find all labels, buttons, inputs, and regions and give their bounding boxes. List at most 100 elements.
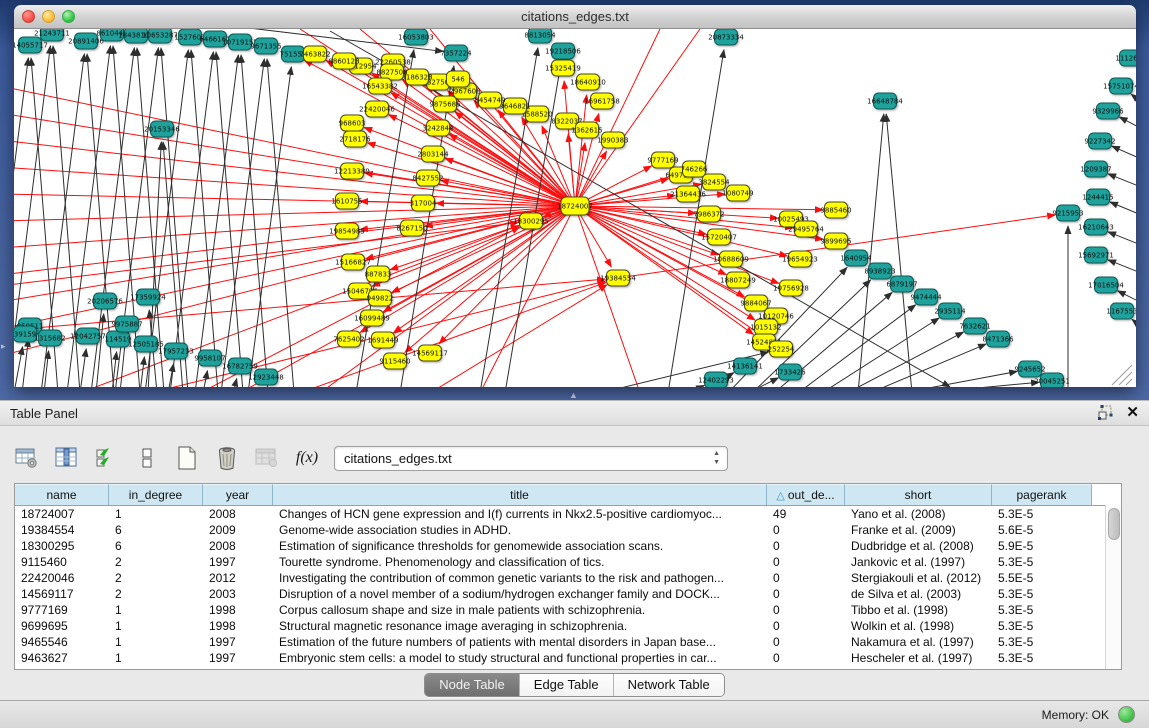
attribute-table[interactable]: namein_degreeyeartitle△out_de...shortpag… [14,483,1122,670]
table-cell[interactable]: 1 [109,602,203,618]
table-cell[interactable]: 5.9E-5 [992,538,1092,554]
table-cell[interactable]: 6 [109,538,203,554]
network-node[interactable]: 968603 [339,115,366,131]
network-node[interactable]: 1015132 [750,319,781,335]
table-cell[interactable]: 1 [109,506,203,522]
network-node[interactable]: 1691449 [367,332,398,348]
network-node[interactable]: 15751074 [1103,78,1136,94]
network-node[interactable]: 1315682 [34,330,65,346]
table-cell[interactable]: 5.3E-5 [992,650,1092,666]
tab-edge-table[interactable]: Edge Table [520,674,614,696]
network-node[interactable]: 2935114 [934,303,966,319]
network-node[interactable]: 12213389 [334,163,370,179]
network-node[interactable]: 7986372 [693,206,724,222]
network-edge[interactable] [233,379,237,387]
network-edge[interactable] [161,48,188,387]
network-canvas[interactable]: 1405571720891406212437118610443184381051… [14,29,1136,387]
column-header-out-de-[interactable]: △out_de... [767,484,845,505]
network-edge[interactable] [688,385,704,387]
table-cell[interactable]: 5.3E-5 [992,554,1092,570]
table-cell[interactable]: 5.3E-5 [992,586,1092,602]
table-cell[interactable]: 6 [109,522,203,538]
hidden-panel-arrow-icon[interactable]: ▸ [1,341,6,352]
network-node[interactable]: 15692971 [1078,247,1114,263]
network-node[interactable]: 1080749 [722,185,753,201]
scrollbar-thumb[interactable] [1108,508,1120,540]
table-cell[interactable]: 18724007 [15,506,109,522]
table-row[interactable]: 946362711997Embryonic stem cells: a mode… [15,650,1121,666]
network-node[interactable]: 7357224 [440,45,472,61]
table-cell[interactable]: Embryonic stem cells: a model to study s… [273,650,767,666]
column-edit-icon[interactable] [54,445,80,471]
table-cell[interactable]: 2008 [203,538,273,554]
select-rows-icon[interactable] [94,445,120,471]
table-cell[interactable]: Franke et al. (2009) [845,522,992,538]
network-edge[interactable] [1112,146,1136,161]
network-node[interactable]: 9777169 [647,152,678,168]
network-node[interactable]: 17359924 [130,289,166,305]
network-edge[interactable] [367,143,575,206]
network-edge[interactable] [1108,260,1136,275]
network-node[interactable]: 9975887 [111,316,142,332]
network-edge[interactable] [575,206,779,283]
table-cell[interactable]: 5.6E-5 [992,522,1092,538]
network-node[interactable]: 16210643 [1078,219,1114,235]
network-node[interactable]: 8860128 [328,53,359,69]
network-node[interactable]: 317004 [410,195,437,211]
network-node[interactable]: 1640954 [840,250,872,266]
table-cell[interactable]: 2009 [203,522,273,538]
network-edge[interactable] [267,59,294,387]
network-node[interactable]: 9329966 [1092,103,1124,119]
network-edge[interactable] [170,52,213,387]
network-edge[interactable] [216,52,243,387]
table-cell[interactable]: Estimation of the future numbers of pati… [273,634,767,650]
table-cell[interactable]: Genome-wide association studies in ADHD. [273,522,767,538]
network-node[interactable]: 949822 [367,290,394,306]
network-edge[interactable] [886,114,912,387]
table-row[interactable]: 969969511998Structural magnetic resonanc… [15,618,1121,634]
table-cell[interactable]: 9699695 [15,618,109,634]
network-node[interactable]: 3242844 [422,120,454,136]
table-row[interactable]: 977716911998Corpus callosum shape and si… [15,602,1121,618]
network-edge[interactable] [1132,319,1136,331]
network-node[interactable]: 9215953 [1052,205,1083,221]
network-node[interactable]: 16648784 [867,93,903,109]
table-row[interactable]: 1872400712008Changes of HCN gene express… [15,506,1121,522]
network-node[interactable]: 8471366 [982,331,1014,347]
network-node[interactable]: 9227342 [1084,133,1115,149]
column-header-pagerank[interactable]: pagerank [992,484,1092,505]
network-node[interactable]: 15325419 [545,60,581,76]
network-edge[interactable] [14,206,575,302]
table-selector-dropdown[interactable]: citations_edges.txt ▲▼ [334,446,728,471]
table-cell[interactable]: 5.3E-5 [992,618,1092,634]
column-header-short[interactable]: short [845,484,992,505]
network-node[interactable]: 19756928 [773,280,809,296]
table-cell[interactable]: 18300295 [15,538,109,554]
window-resize-grip[interactable] [1112,365,1132,385]
table-cell[interactable]: Estimation of significance thresholds fo… [273,538,767,554]
network-node[interactable]: 8938923 [864,263,895,279]
network-node[interactable]: 9899695 [820,233,851,249]
table-row[interactable]: 911546021997Tourette syndrome. Phenomeno… [15,554,1121,570]
network-node[interactable]: 7632621 [959,318,990,334]
function-builder-icon[interactable]: f(x) [294,445,320,471]
network-node[interactable]: 19854985 [329,223,365,239]
table-cell[interactable]: Investigating the contribution of common… [273,570,767,586]
table-cell[interactable]: 0 [767,618,845,634]
network-edge[interactable] [439,206,575,344]
table-body[interactable]: 1872400712008Changes of HCN gene express… [15,506,1121,666]
network-graph[interactable]: 1405571720891406212437118610443184381051… [14,29,1136,387]
vertical-scrollbar[interactable] [1105,505,1121,669]
table-cell[interactable]: Dudbridge et al. (2008) [845,538,992,554]
network-edge[interactable] [798,305,916,387]
network-edge[interactable] [195,55,238,387]
network-edge[interactable] [575,206,640,387]
network-node[interactable]: 20873334 [708,29,744,45]
tab-node-table[interactable]: Node Table [425,674,520,696]
table-cell[interactable]: 0 [767,634,845,650]
table-cell[interactable]: 1998 [203,618,273,634]
network-edge[interactable] [847,332,963,387]
network-node[interactable]: 1209387 [1080,161,1111,177]
network-node[interactable]: 252254 [768,341,795,357]
network-node[interactable]: 1244415 [1082,189,1113,205]
